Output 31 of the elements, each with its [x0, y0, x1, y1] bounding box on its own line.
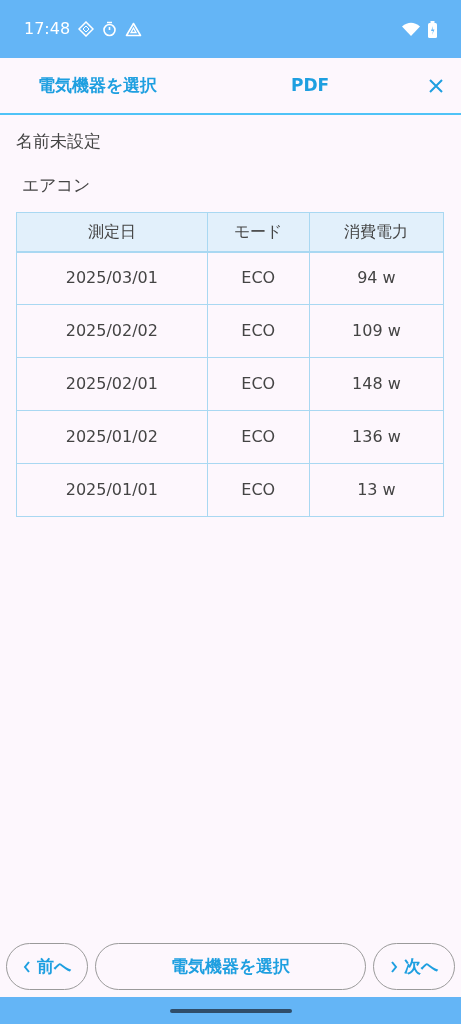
device-name: エアコン — [21, 173, 91, 197]
pdf-link[interactable]: PDF — [248, 72, 429, 99]
wifi-icon — [402, 22, 420, 36]
table-cell: ECO — [207, 463, 310, 517]
table-cell: 13 w — [309, 463, 444, 517]
battery-icon — [428, 20, 437, 38]
chevron-right-icon — [390, 960, 398, 973]
chevron-left-icon — [23, 960, 31, 973]
owner-name: 名前未設定 — [16, 130, 102, 153]
table-cell: ECO — [207, 410, 310, 464]
back-link[interactable]: 電気機器を選択 — [38, 72, 248, 99]
table-cell: ECO — [207, 304, 310, 358]
table-cell: 2025/02/01 — [16, 357, 208, 411]
column-header: モード — [207, 212, 310, 252]
table-cell: 2025/01/02 — [16, 410, 208, 464]
triangle-icon — [125, 21, 143, 37]
diamond-icon — [78, 21, 95, 37]
table-cell: 109 w — [309, 304, 444, 358]
close-icon[interactable] — [429, 78, 443, 93]
table-cell: 2025/02/02 — [16, 304, 208, 358]
column-header: 消費電力 — [309, 212, 444, 252]
table-cell: 2025/01/01 — [16, 463, 208, 517]
table-cell: 148 w — [309, 357, 444, 411]
status-time: 17:48 — [24, 18, 71, 40]
table-cell: ECO — [207, 357, 310, 411]
table-cell: 2025/03/01 — [16, 251, 208, 305]
timer-icon — [102, 21, 118, 37]
table-cell: 136 w — [309, 410, 444, 464]
table-cell: ECO — [207, 251, 310, 305]
table-cell: 94 w — [309, 251, 444, 305]
column-header: 測定日 — [16, 212, 208, 252]
